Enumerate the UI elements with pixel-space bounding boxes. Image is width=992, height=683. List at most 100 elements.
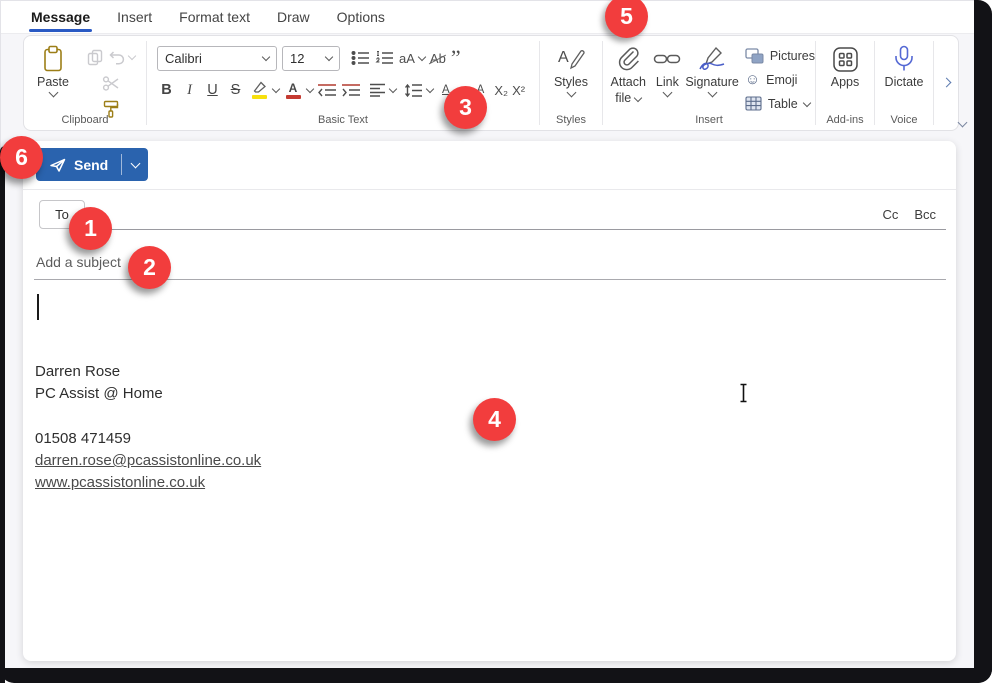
clear-formatting-button[interactable]: Ab [430, 51, 446, 66]
align-chevron[interactable] [389, 85, 397, 93]
change-case-button[interactable]: aA [399, 51, 425, 66]
pictures-label: Pictures [770, 49, 815, 63]
more-right-chevron [941, 77, 951, 87]
signature-company: PC Assist @ Home [35, 383, 163, 405]
toolbar-divider [23, 189, 956, 190]
signature-website-link[interactable]: www.pcassistonline.co.uk [35, 474, 205, 491]
line-spacing-chevron[interactable] [426, 85, 434, 93]
dictate-microphone-icon [893, 44, 915, 74]
tab-message[interactable]: Message [31, 1, 90, 34]
pictures-icon [745, 48, 764, 64]
change-case-label: aA [399, 51, 415, 66]
apps-icon [832, 44, 859, 74]
annotation-badge-6: 6 [0, 136, 43, 179]
undo-button[interactable] [109, 50, 135, 65]
font-size-select[interactable]: 12 [282, 46, 340, 71]
group-styles: A Styles Styles [540, 36, 602, 130]
table-button[interactable]: Table [745, 94, 815, 113]
tab-options[interactable]: Options [337, 1, 385, 34]
attach-paperclip-icon [615, 44, 641, 74]
send-icon [49, 157, 66, 173]
font-name-chevron [262, 53, 270, 61]
group-clipboard: Paste [24, 36, 146, 130]
dictate-button[interactable]: Dictate [875, 44, 933, 90]
apps-button[interactable]: Apps [816, 44, 874, 90]
highlight-color-swatch [252, 95, 267, 99]
table-label: Table [768, 97, 798, 111]
highlight-chevron[interactable] [272, 85, 280, 93]
collapse-ribbon-chevron [958, 118, 968, 128]
insert-group-caption: Insert [603, 114, 815, 126]
tab-message-label: Message [31, 9, 90, 25]
send-options-dropdown[interactable] [122, 148, 148, 181]
undo-dropdown-chevron [128, 52, 136, 60]
signature-phone: 01508 471459 [35, 428, 131, 450]
bcc-button[interactable]: Bcc [914, 207, 936, 222]
annotation-badge-3: 3 [444, 86, 487, 129]
signature-email-link[interactable]: darren.rose@pcassistonline.co.uk [35, 452, 261, 469]
tab-insert[interactable]: Insert [117, 1, 152, 34]
pictures-button[interactable]: Pictures [745, 46, 815, 65]
change-case-chevron [418, 53, 426, 61]
cc-button[interactable]: Cc [882, 207, 898, 222]
group-addins: Apps Add-ins [816, 36, 874, 130]
italic-button[interactable]: I [180, 82, 199, 99]
font-size-value: 12 [290, 51, 304, 66]
superscript-button[interactable]: X² [512, 83, 525, 98]
tab-format-text[interactable]: Format text [179, 1, 250, 34]
subscript-button[interactable]: X₂ [494, 83, 508, 98]
attach-label-line1: Attach [611, 75, 646, 90]
table-icon [745, 96, 762, 111]
numbered-list-icon[interactable] [375, 50, 394, 66]
line-spacing-button[interactable] [404, 83, 423, 98]
recipients-input[interactable] [93, 203, 856, 229]
font-name-select[interactable]: Calibri [157, 46, 277, 71]
cut-scissors-icon[interactable] [102, 75, 120, 92]
font-color-chevron[interactable] [306, 85, 314, 93]
clear-formatting-label: Ab [430, 51, 446, 66]
font-color-swatch [286, 95, 301, 99]
table-chevron [802, 98, 810, 106]
emoji-button[interactable]: ☺ Emoji [745, 70, 815, 89]
signature-name: Darren Rose [35, 361, 120, 383]
emoji-icon: ☺ [745, 72, 760, 87]
group-insert: Attach file Link [603, 36, 815, 130]
send-button[interactable]: Send [36, 148, 121, 181]
emoji-label: Emoji [766, 73, 797, 87]
group-voice: Dictate Voice [875, 36, 933, 130]
font-color-button[interactable]: A [283, 82, 303, 99]
to-button-label: To [55, 207, 69, 222]
signature-icon [697, 44, 727, 74]
ribbon: Paste [23, 35, 959, 131]
ibeam-mouse-cursor [737, 383, 750, 403]
window-content: Message Insert Format text Draw Options … [0, 0, 974, 668]
highlight-button[interactable] [249, 81, 269, 99]
signature-website-wrap: www.pcassistonline.co.uk [35, 472, 205, 494]
send-split-button[interactable]: Send [36, 148, 148, 181]
subject-underline [34, 279, 946, 280]
decrease-indent-icon[interactable] [317, 83, 337, 98]
underline-button[interactable]: U [203, 82, 222, 98]
bold-button[interactable]: B [157, 82, 176, 98]
voice-group-caption: Voice [875, 114, 933, 126]
signature-email-wrap: darren.rose@pcassistonline.co.uk [35, 450, 261, 472]
attach-label-line2: file [615, 91, 631, 106]
font-color-letter: A [289, 82, 298, 94]
font-name-value: Calibri [165, 51, 202, 66]
send-label: Send [74, 157, 108, 173]
ribbon-more-button[interactable] [934, 36, 958, 130]
svg-text:A: A [558, 49, 569, 66]
bulleted-list-icon[interactable] [351, 50, 370, 66]
capture-frame-right [974, 0, 992, 683]
increase-indent-icon[interactable] [341, 83, 361, 98]
blockquote-icon[interactable]: ” [451, 51, 461, 65]
recipients-underline [85, 229, 946, 230]
strikethrough-button[interactable]: S [226, 82, 245, 98]
styles-button[interactable]: A Styles [540, 44, 602, 96]
align-button[interactable] [369, 83, 386, 97]
font-size-chevron [325, 53, 333, 61]
collapse-ribbon-button[interactable] [959, 113, 966, 131]
tab-draw[interactable]: Draw [277, 1, 310, 34]
send-dropdown-chevron [130, 159, 140, 169]
copy-icon[interactable] [87, 49, 103, 66]
